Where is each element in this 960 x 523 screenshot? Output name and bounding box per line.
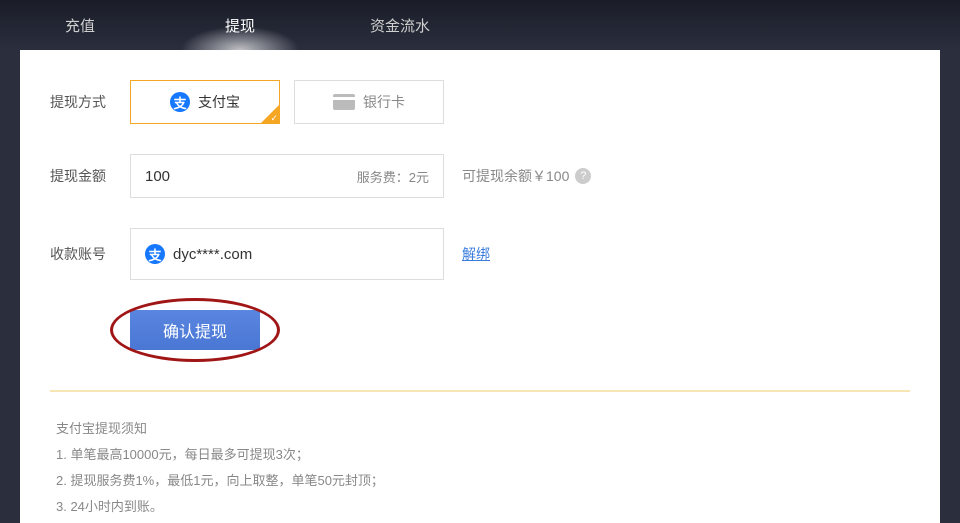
row-account: 收款账号 支 dyc****.com 解绑 bbox=[50, 228, 910, 280]
amount-label: 提现金额 bbox=[50, 166, 130, 186]
tab-label: 充值 bbox=[65, 15, 95, 36]
notice-line: 1. 单笔最高10000元，每日最多可提现3次； bbox=[56, 442, 904, 468]
tab-transactions[interactable]: 资金流水 bbox=[320, 0, 480, 50]
account-label: 收款账号 bbox=[50, 244, 130, 264]
amount-input[interactable] bbox=[145, 168, 265, 185]
fee-text: 服务费：2元 bbox=[357, 167, 429, 186]
page: 充值 提现 资金流水 提现方式 支 支付宝 银行卡 提现金额 bbox=[0, 0, 960, 523]
tab-withdraw[interactable]: 提现 bbox=[160, 0, 320, 50]
balance-value: 可提现余额￥100 bbox=[462, 166, 569, 186]
submit-row: 确认提现 bbox=[130, 310, 910, 350]
unbind-link[interactable]: 解绑 bbox=[462, 244, 490, 264]
row-amount: 提现金额 服务费：2元 可提现余额￥100 ? bbox=[50, 154, 910, 198]
notice-box: 支付宝提现须知 1. 单笔最高10000元，每日最多可提现3次； 2. 提现服务… bbox=[50, 390, 910, 520]
method-alipay-label: 支付宝 bbox=[198, 92, 240, 112]
row-method: 提现方式 支 支付宝 银行卡 bbox=[50, 80, 910, 124]
confirm-withdraw-button[interactable]: 确认提现 bbox=[130, 310, 260, 350]
help-icon[interactable]: ? bbox=[575, 168, 591, 184]
notice-title: 支付宝提现须知 bbox=[56, 416, 904, 442]
method-bankcard[interactable]: 银行卡 bbox=[294, 80, 444, 124]
tab-label: 提现 bbox=[225, 15, 255, 36]
confirm-label: 确认提现 bbox=[163, 318, 227, 342]
account-value: dyc****.com bbox=[173, 246, 252, 263]
method-label: 提现方式 bbox=[50, 92, 130, 112]
method-alipay[interactable]: 支 支付宝 bbox=[130, 80, 280, 124]
account-box: 支 dyc****.com bbox=[130, 228, 444, 280]
method-options: 支 支付宝 银行卡 bbox=[130, 80, 444, 124]
tab-label: 资金流水 bbox=[370, 15, 430, 36]
balance-text: 可提现余额￥100 ? bbox=[462, 166, 591, 186]
amount-box: 服务费：2元 bbox=[130, 154, 444, 198]
alipay-icon: 支 bbox=[145, 244, 165, 264]
alipay-icon: 支 bbox=[170, 92, 190, 112]
notice-line: 3. 24小时内到账。 bbox=[56, 494, 904, 520]
tab-recharge[interactable]: 充值 bbox=[0, 0, 160, 50]
tab-bar: 充值 提现 资金流水 bbox=[0, 0, 960, 50]
method-bankcard-label: 银行卡 bbox=[363, 92, 405, 112]
notice-line: 2. 提现服务费1%，最低1元，向上取整，单笔50元封顶； bbox=[56, 468, 904, 494]
content-panel: 提现方式 支 支付宝 银行卡 提现金额 服务费：2元 可提现余额￥100 ? bbox=[20, 50, 940, 523]
bankcard-icon bbox=[333, 94, 355, 110]
